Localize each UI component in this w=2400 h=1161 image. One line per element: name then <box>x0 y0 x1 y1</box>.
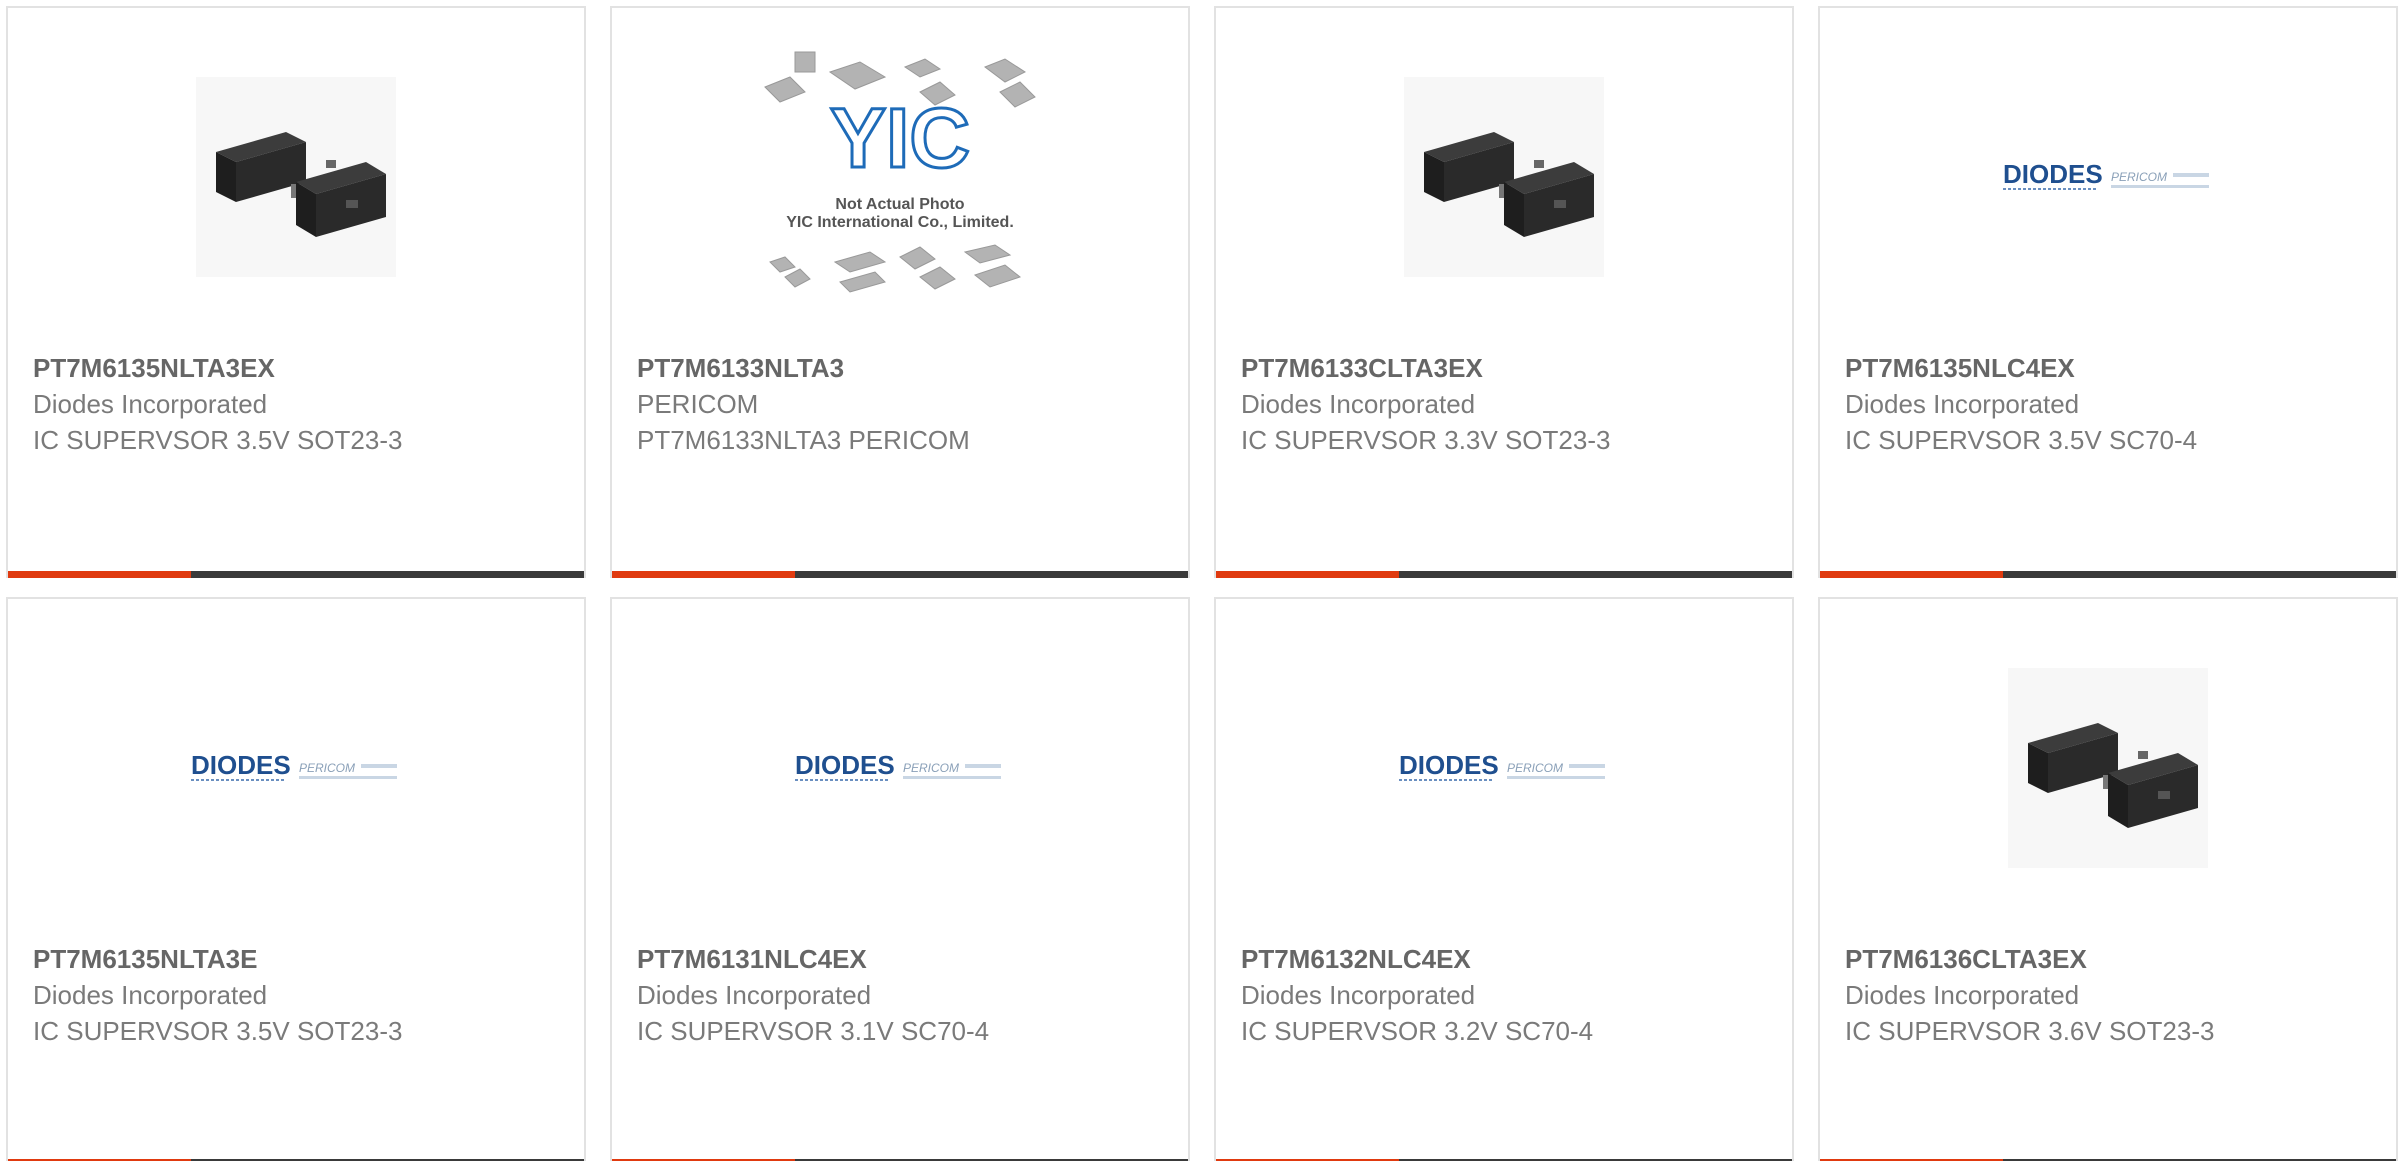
manufacturer: Diodes Incorporated <box>1241 389 1476 419</box>
placeholder-image: YIC Not Actual Photo YIC International C… <box>764 51 1036 293</box>
product-image[interactable] <box>8 8 584 346</box>
product-card[interactable]: PT7M6133CLTA3EX Diodes Incorporated IC S… <box>1214 6 1794 578</box>
product-image[interactable]: YIC Not Actual Photo YIC International C… <box>612 8 1188 346</box>
product-card[interactable]: PT7M6135NLTA3EX Diodes Incorporated IC S… <box>6 6 586 578</box>
product-card[interactable]: DIODES PERICOM PT7M6135NLC4EX Diodes Inc… <box>1818 6 2398 578</box>
placeholder-line-2: YIC International Co., Limited. <box>786 214 1014 231</box>
manufacturer: Diodes Incorporated <box>1241 980 1476 1010</box>
pericom-logo-text: PERICOM <box>2111 170 2167 184</box>
part-number[interactable]: PT7M6136CLTA3EX <box>1845 941 2376 977</box>
pericom-logo-text: PERICOM <box>903 761 959 775</box>
sot23-package-image <box>2008 668 2208 868</box>
diodes-logo-text: DIODES <box>191 750 291 780</box>
product-card[interactable]: PT7M6136CLTA3EX Diodes Incorporated IC S… <box>1818 597 2398 1161</box>
diodes-logo-text: DIODES <box>795 750 895 780</box>
product-grid: PT7M6135NLTA3EX Diodes Incorporated IC S… <box>0 0 2400 1161</box>
part-number[interactable]: PT7M6131NLC4EX <box>637 941 1168 977</box>
manufacturer: Diodes Incorporated <box>1845 389 2080 419</box>
pericom-logo-text: PERICOM <box>299 761 355 775</box>
card-accent-bar <box>1216 571 1399 578</box>
description: IC SUPERVSOR 3.3V SOT23-3 <box>1241 425 1611 455</box>
manufacturer: PERICOM <box>637 389 759 419</box>
card-bottom-bar <box>612 571 1188 578</box>
diodes-pericom-logo: DIODES PERICOM <box>1399 750 1605 781</box>
description: PT7M6133NLTA3 PERICOM <box>637 425 970 455</box>
part-number[interactable]: PT7M6133CLTA3EX <box>1241 350 1772 386</box>
product-image[interactable]: DIODES PERICOM <box>1820 8 2396 346</box>
description: IC SUPERVSOR 3.6V SOT23-3 <box>1845 1016 2215 1046</box>
product-image[interactable]: DIODES PERICOM <box>8 599 584 937</box>
product-card[interactable]: DIODES PERICOM PT7M6135NLTA3E Diodes Inc… <box>6 597 586 1161</box>
product-card[interactable]: YIC Not Actual Photo YIC International C… <box>610 6 1190 578</box>
product-image[interactable]: DIODES PERICOM <box>1216 599 1792 937</box>
part-number[interactable]: PT7M6135NLTA3E <box>33 941 564 977</box>
description: IC SUPERVSOR 3.1V SC70-4 <box>637 1016 990 1046</box>
manufacturer: Diodes Incorporated <box>1845 980 2080 1010</box>
card-accent-bar <box>8 571 191 578</box>
card-bottom-bar <box>1820 571 2396 578</box>
manufacturer: Diodes Incorporated <box>33 389 268 419</box>
diodes-logo-text: DIODES <box>1399 750 1499 780</box>
sot23-package-image <box>1404 77 1604 277</box>
card-accent-bar <box>612 571 795 578</box>
diodes-logo-text: DIODES <box>2003 159 2103 189</box>
diodes-pericom-logo: DIODES PERICOM <box>795 750 1001 781</box>
manufacturer: Diodes Incorporated <box>33 980 268 1010</box>
diodes-pericom-logo: DIODES PERICOM <box>191 750 397 781</box>
sot23-package-image <box>196 77 396 277</box>
pericom-logo-text: PERICOM <box>1507 761 1563 775</box>
placeholder-line-1: Not Actual Photo <box>835 196 964 213</box>
description: IC SUPERVSOR 3.5V SC70-4 <box>1845 425 2198 455</box>
description: IC SUPERVSOR 3.5V SOT23-3 <box>33 425 403 455</box>
part-number[interactable]: PT7M6133NLTA3 <box>637 350 1168 386</box>
product-card[interactable]: DIODES PERICOM PT7M6132NLC4EX Diodes Inc… <box>1214 597 1794 1161</box>
card-bottom-bar <box>8 571 584 578</box>
diodes-pericom-logo: DIODES PERICOM <box>2003 159 2209 190</box>
part-number[interactable]: PT7M6135NLC4EX <box>1845 350 2376 386</box>
product-card[interactable]: DIODES PERICOM PT7M6131NLC4EX Diodes Inc… <box>610 597 1190 1161</box>
product-image[interactable]: DIODES PERICOM <box>612 599 1188 937</box>
manufacturer: Diodes Incorporated <box>637 980 872 1010</box>
product-image[interactable] <box>1820 599 2396 937</box>
product-image[interactable] <box>1216 8 1792 346</box>
yic-logo: YIC <box>830 91 970 185</box>
part-number[interactable]: PT7M6132NLC4EX <box>1241 941 1772 977</box>
description: IC SUPERVSOR 3.2V SC70-4 <box>1241 1016 1594 1046</box>
description: IC SUPERVSOR 3.5V SOT23-3 <box>33 1016 403 1046</box>
part-number[interactable]: PT7M6135NLTA3EX <box>33 350 564 386</box>
card-bottom-bar <box>1216 571 1792 578</box>
card-accent-bar <box>1820 571 2003 578</box>
